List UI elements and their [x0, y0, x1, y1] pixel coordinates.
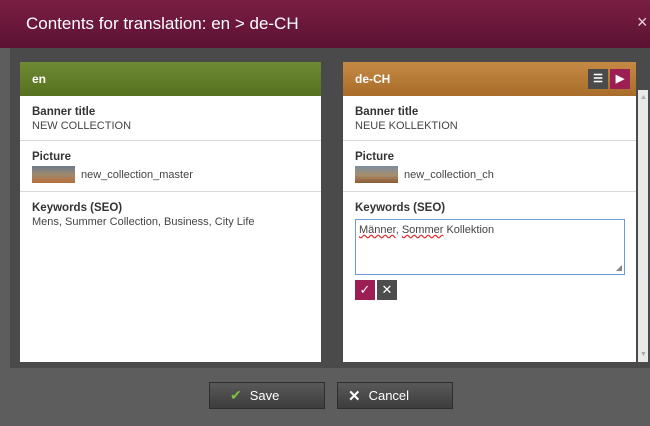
source-picture-field: Picture new_collection_master: [20, 141, 321, 192]
close-icon[interactable]: ×: [637, 12, 648, 33]
translate-view-icon[interactable]: ▶: [610, 69, 630, 89]
field-value: new_collection_master: [81, 168, 193, 181]
cancel-button[interactable]: ✕ Cancel: [337, 382, 453, 409]
source-language-header: en: [20, 62, 321, 96]
target-banner-title-field: Banner title NEUE KOLLEKTION: [343, 96, 636, 141]
target-language-label: de-CH: [355, 72, 391, 86]
target-keywords-field: Keywords (SEO) Männer, Sommer Kollektion…: [343, 192, 636, 308]
dialog-title: Contents for translation: en > de-CH: [26, 14, 299, 33]
checkmark-icon: ✔: [230, 387, 242, 403]
row-pointer-arrow: [314, 107, 321, 123]
field-value: NEW COLLECTION: [32, 120, 132, 132]
field-label: Keywords (SEO): [355, 202, 446, 214]
source-keywords-field: Keywords (SEO) Mens, Summer Collection, …: [20, 192, 321, 236]
cancel-label: Cancel: [368, 388, 410, 403]
keyword-misspelled: Sommer: [401, 224, 444, 236]
save-button[interactable]: ✔ Save: [209, 382, 325, 409]
source-banner-title-field: Banner title NEW COLLECTION: [20, 96, 321, 141]
target-picture-field: Picture new_collection_ch: [343, 141, 636, 192]
keyword-text: Kollektion: [443, 224, 495, 236]
source-language-label: en: [32, 72, 47, 86]
discard-edit-button[interactable]: ✕: [377, 280, 397, 300]
target-language-panel: de-CH ☰ ▶ Banner title NEUE KOLLEKTION P…: [343, 62, 636, 362]
row-pointer-arrow: [314, 152, 321, 168]
field-value: Mens, Summer Collection, Business, City …: [32, 216, 255, 228]
save-label: Save: [249, 388, 280, 403]
keyword-misspelled: Männer: [359, 224, 396, 236]
close-icon: ✕: [348, 387, 361, 405]
scroll-down-icon[interactable]: ▼: [640, 351, 647, 358]
picture-thumbnail[interactable]: [355, 166, 398, 183]
translation-dialog: Contents for translation: en > de-CH × e…: [0, 0, 650, 426]
keywords-textarea[interactable]: Männer, Sommer Kollektion ◢: [355, 219, 625, 275]
dialog-title-bar: Contents for translation: en > de-CH ×: [0, 0, 650, 48]
target-language-header: de-CH ☰ ▶: [343, 62, 636, 96]
panel-scrollbar[interactable]: ▲ ▼: [638, 90, 648, 362]
field-label: Keywords (SEO): [32, 202, 123, 214]
picture-thumbnail: [32, 166, 75, 183]
row-pointer-arrow: [314, 203, 321, 219]
scroll-up-icon[interactable]: ▲: [640, 94, 647, 101]
field-label: Banner title: [355, 106, 419, 118]
list-view-icon[interactable]: ☰: [588, 69, 608, 89]
field-label: Picture: [355, 151, 394, 163]
field-label: Banner title: [32, 106, 96, 118]
resize-grip-icon[interactable]: ◢: [616, 263, 622, 272]
field-label: Picture: [32, 151, 71, 163]
field-value[interactable]: new_collection_ch: [404, 169, 494, 181]
field-value[interactable]: NEUE KOLLEKTION: [355, 120, 624, 132]
source-language-panel: en Banner title NEW COLLECTION Picture n…: [20, 62, 321, 362]
dialog-footer: ✔ Save ✕ Cancel: [0, 368, 650, 426]
apply-edit-button[interactable]: ✓: [355, 280, 375, 300]
